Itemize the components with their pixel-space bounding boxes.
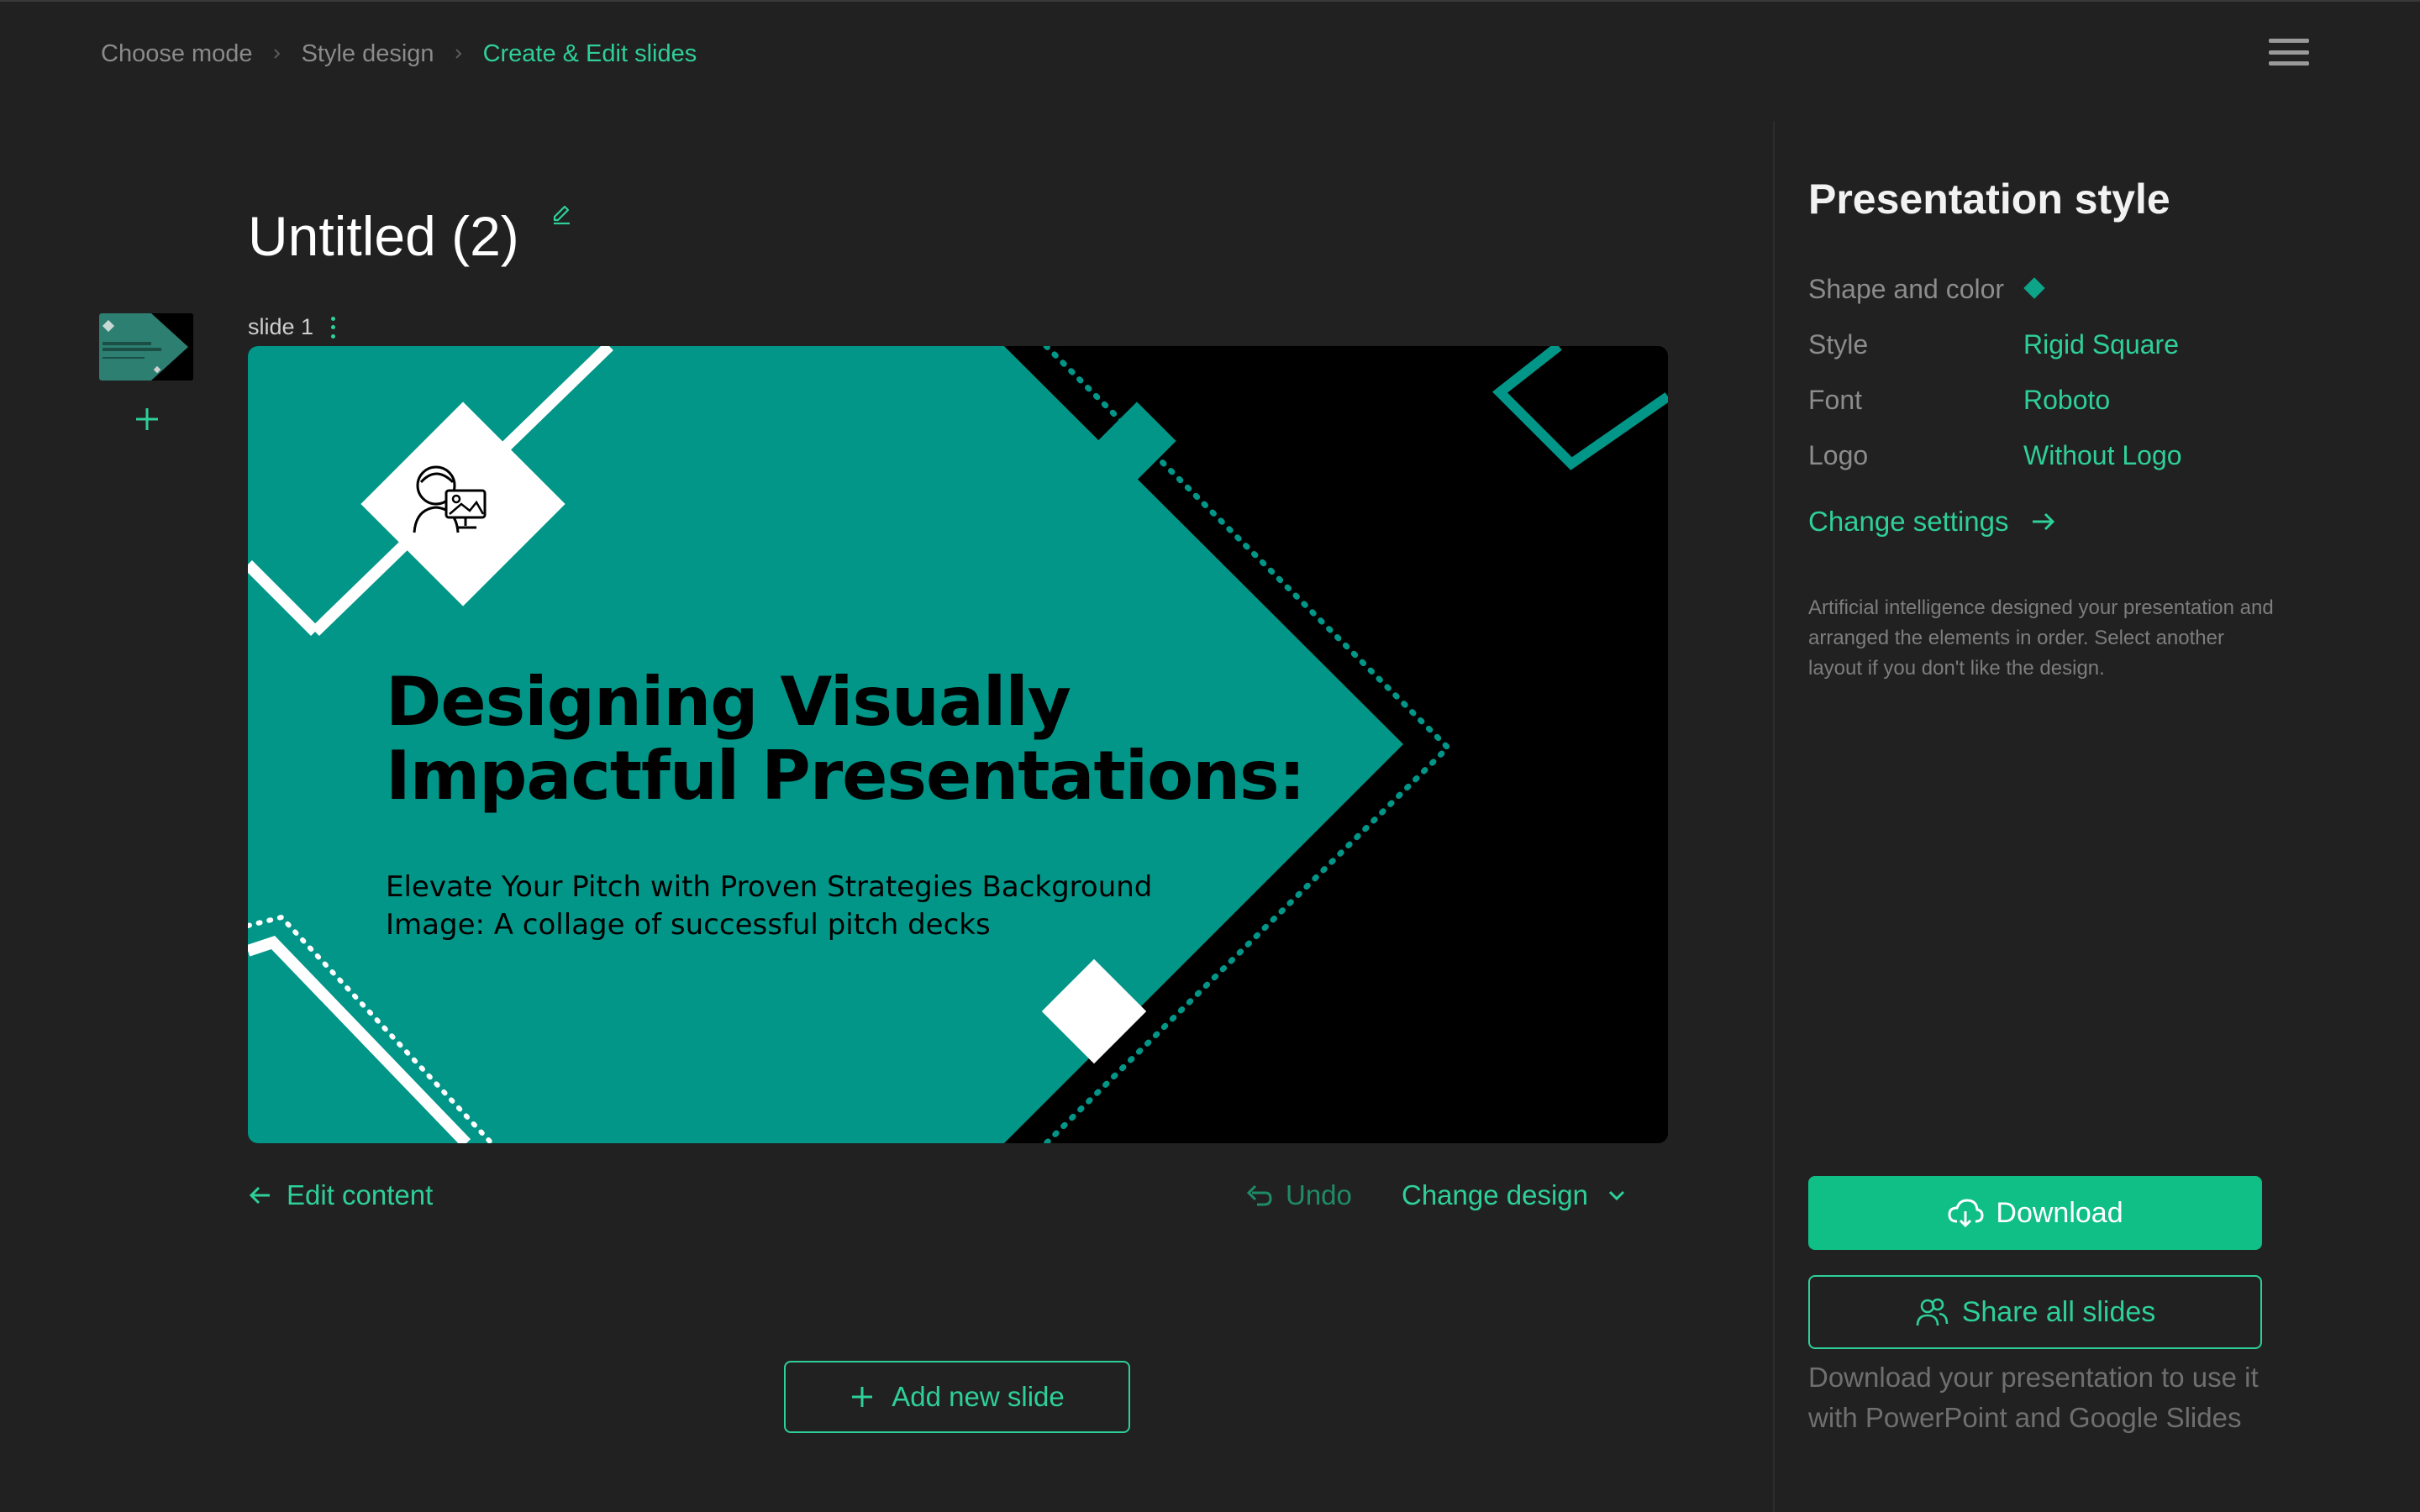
panel-divider — [1773, 121, 1775, 1512]
share-all-slides-button[interactable]: Share all slides — [1808, 1275, 2262, 1349]
slide-thumbnail-1[interactable] — [99, 313, 193, 381]
cloud-download-icon — [1948, 1199, 1984, 1228]
breadcrumb: Choose mode Style design Create & Edit s… — [101, 37, 697, 71]
change-design-label: Change design — [1402, 1179, 1589, 1210]
slide-subtitle-line-1: Elevate Your Pitch with Proven Strategie… — [386, 870, 1153, 904]
panel-title: Presentation style — [1808, 176, 2170, 223]
change-settings-label: Change settings — [1808, 506, 2009, 537]
font-value[interactable]: Roboto — [2023, 385, 2110, 416]
slide-subtitle-line-2: Image: A collage of successful pitch dec… — [386, 908, 991, 942]
person-with-picture-icon — [406, 454, 498, 538]
document-title: Untitled (2) — [248, 205, 519, 267]
change-settings-link[interactable]: Change settings — [1808, 506, 2056, 538]
breadcrumb-choose-mode[interactable]: Choose mode — [101, 40, 253, 68]
logo-value[interactable]: Without Logo — [2023, 440, 2182, 471]
add-slide-plus-icon[interactable] — [131, 403, 163, 435]
style-value[interactable]: Rigid Square — [2023, 329, 2179, 360]
breadcrumb-style-design[interactable]: Style design — [302, 40, 434, 68]
menu-line — [2269, 50, 2309, 55]
edit-content-button[interactable]: Edit content — [248, 1179, 433, 1211]
breadcrumb-create-edit-slides[interactable]: Create & Edit slides — [483, 40, 697, 68]
hamburger-menu-icon[interactable] — [2269, 35, 2309, 69]
add-new-slide-label: Add new slide — [892, 1381, 1065, 1412]
shape-color-label: Shape and color — [1808, 274, 2005, 304]
chevron-right-icon — [268, 45, 287, 63]
download-label: Download — [1996, 1196, 2123, 1229]
chevron-down-icon — [1608, 1190, 1625, 1201]
edit-content-label: Edit content — [287, 1179, 434, 1210]
slide-subtitle[interactable]: Elevate Your Pitch with Proven Strategie… — [386, 869, 1167, 944]
logo-label: Logo — [1808, 440, 1869, 470]
users-icon — [1916, 1298, 1949, 1326]
undo-label: Undo — [1286, 1179, 1352, 1210]
add-new-slide-button[interactable]: Add new slide — [784, 1361, 1130, 1433]
slide-title-line-1: Designing Visually — [386, 663, 1071, 741]
pencil-icon[interactable] — [550, 200, 575, 225]
slide-title-line-2: Impactful Presentations: — [386, 737, 1306, 815]
slide-label-text: slide 1 — [248, 314, 314, 339]
menu-line — [2269, 39, 2309, 43]
arrow-left-icon — [249, 1186, 270, 1205]
arrow-right-icon — [2032, 512, 2054, 531]
slide-title[interactable]: Designing Visually Impactful Presentatio… — [386, 665, 1478, 813]
download-note: Download your presentation to use it wit… — [1808, 1362, 2259, 1433]
chevron-right-icon — [450, 45, 468, 63]
top-border — [0, 0, 2420, 2]
download-button[interactable]: Download — [1808, 1176, 2262, 1250]
shape-color-swatch[interactable] — [2023, 277, 2045, 299]
change-design-dropdown[interactable]: Change design — [1402, 1179, 1627, 1211]
slide-label: slide 1 — [248, 314, 337, 340]
undo-arrow-icon — [1246, 1184, 1272, 1206]
plus-icon — [852, 1387, 873, 1407]
share-all-slides-label: Share all slides — [1961, 1295, 2156, 1328]
vertical-dots-icon[interactable] — [329, 316, 337, 339]
undo-button[interactable]: Undo — [1245, 1179, 1352, 1211]
menu-line — [2269, 61, 2309, 66]
slide-canvas[interactable]: Designing Visually Impactful Presentatio… — [248, 346, 1668, 1143]
style-label: Style — [1808, 329, 1869, 360]
ai-design-note: Artificial intelligence designed your pr… — [1808, 596, 2274, 680]
font-label: Font — [1808, 385, 1863, 415]
